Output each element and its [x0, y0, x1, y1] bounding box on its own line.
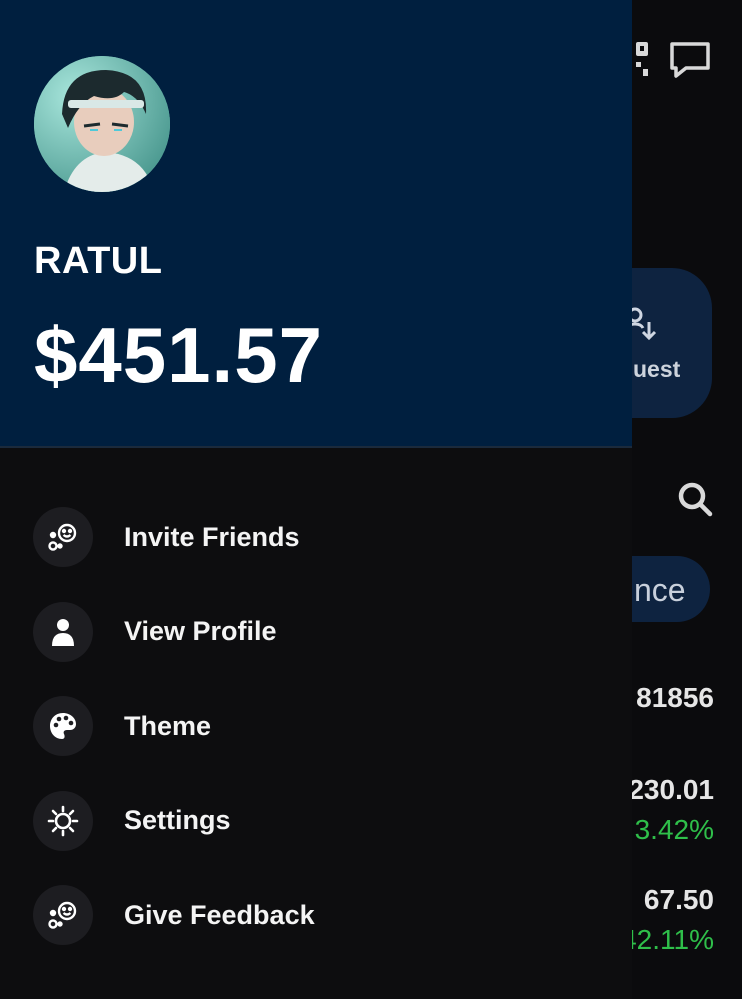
row-value: 81856	[636, 682, 714, 713]
user-name: RATUL	[34, 240, 163, 282]
gear-icon	[47, 805, 79, 837]
menu-item-label: View Profile	[124, 616, 277, 647]
chat-icon[interactable]	[668, 40, 712, 80]
menu-item-invite-friends[interactable]: Invite Friends	[0, 490, 632, 585]
menu-item-view-profile[interactable]: View Profile	[0, 585, 632, 680]
person-icon	[52, 618, 74, 646]
request-label: uest	[633, 356, 681, 382]
menu-item-label: Theme	[124, 710, 212, 741]
drawer-header: RATUL $451.57	[0, 0, 632, 448]
menu-item-label: Settings	[124, 805, 231, 836]
menu-item-label: Give Feedback	[124, 899, 315, 930]
row-percent: 42.11%	[621, 924, 714, 955]
menu-item-label: Invite Friends	[124, 521, 300, 552]
feedback-icon	[48, 902, 77, 929]
drawer-menu: Invite Friends View Profile Theme Settin…	[0, 490, 632, 963]
row-value: 67.50	[643, 884, 714, 915]
row-value: 230.01	[628, 774, 714, 805]
row-percent: 3.42%	[634, 814, 714, 845]
menu-item-settings[interactable]: Settings	[0, 774, 632, 869]
menu-item-give-feedback[interactable]: Give Feedback	[0, 868, 632, 963]
navigation-drawer: RATUL $451.57 Invite Friends View Profil…	[0, 0, 632, 999]
account-balance: $451.57	[34, 311, 323, 399]
search-icon[interactable]	[676, 480, 714, 518]
filter-pill-label: nce	[634, 572, 686, 608]
menu-item-theme[interactable]: Theme	[0, 679, 632, 774]
palette-icon	[50, 713, 76, 740]
invite-friends-icon	[48, 524, 77, 551]
avatar[interactable]	[34, 56, 170, 192]
